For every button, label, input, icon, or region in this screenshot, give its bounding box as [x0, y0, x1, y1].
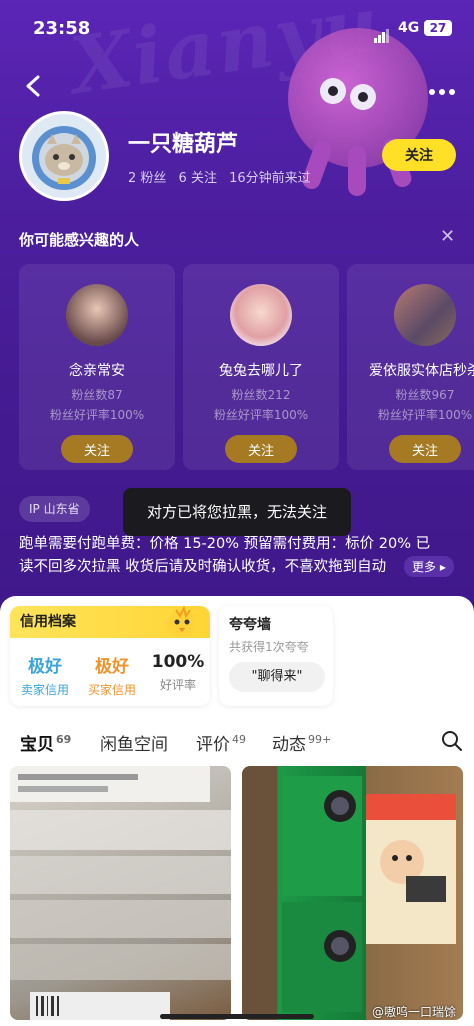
positive-rate: 100% 好评率 [150, 652, 206, 693]
profile-header: Xianyu 23:58 4G 27 一只糖葫芦 2 粉丝 6 关注 16分钟前… [0, 0, 474, 640]
back-icon[interactable] [20, 72, 48, 100]
recommend-fans: 粉丝数212 [231, 388, 291, 402]
recommend-follow-button[interactable]: 关注 [225, 435, 297, 463]
buyer-credit-value: 极好 [95, 657, 129, 677]
bio-more-button[interactable]: 更多 ▸ [404, 556, 454, 577]
bio-more-label: 更多 [412, 560, 437, 574]
profile-stats: 2 粉丝 6 关注 16分钟前来过 [128, 167, 319, 186]
recommend-follow-button[interactable]: 关注 [389, 435, 461, 463]
recommend-title: 你可能感兴趣的人 [19, 231, 140, 249]
praise-title: 夸夸墙 [229, 617, 271, 633]
recommend-name: 兔兔去哪儿了 [219, 363, 303, 379]
status-bar: 23:58 4G 27 [0, 18, 474, 43]
content-tabs: 宝贝 69 闲鱼空间 评价 49 动态 99+ [0, 728, 474, 759]
product-card[interactable] [242, 766, 463, 1020]
signal-icon [374, 24, 390, 43]
recommend-fans: 粉丝数967 [395, 388, 455, 402]
tab-label: 动态 [272, 735, 306, 755]
tab-items[interactable]: 宝贝 69 [20, 730, 71, 755]
profile-bio: 跑单需要付跑单费：价格 15-20% 预留需付费用：标价 20% 已 读不回多次… [19, 533, 459, 579]
tab-label: 评价 [196, 735, 230, 755]
tab-label: 宝贝 [20, 735, 54, 755]
recommend-fans: 粉丝数87 [71, 388, 123, 402]
chick-mascot-icon [162, 606, 202, 640]
recommend-avatar [394, 284, 456, 346]
tab-count: 69 [56, 733, 72, 747]
toast-message: 对方已将您拉黑，无法关注 [123, 488, 351, 536]
tab-count: 99+ [308, 733, 332, 747]
seller-credit-value: 极好 [28, 657, 62, 677]
search-icon[interactable] [441, 730, 463, 756]
last-seen: 16分钟前来过 [229, 171, 311, 186]
seller-credit-label: 卖家信用 [20, 683, 69, 697]
ip-location-badge: IP 山东省 [19, 496, 90, 522]
recommend-card[interactable]: 爱依服实体店秒杀 粉丝数967 粉丝好评率100% 关注 [347, 264, 474, 470]
recommend-rate: 粉丝好评率100% [213, 408, 309, 422]
battery-icon: 27 [424, 20, 452, 36]
profile-nickname: 一只糖葫芦 [128, 132, 239, 157]
tab-label: 闲鱼空间 [100, 735, 168, 755]
praise-tag: "聊得来" [229, 662, 325, 692]
seller-credit: 极好 卖家信用 [18, 652, 72, 698]
fans-count[interactable]: 2 粉丝 [128, 171, 166, 186]
home-indicator [160, 1014, 314, 1019]
tab-activity[interactable]: 动态 99+ [272, 730, 331, 755]
recommend-rate: 粉丝好评率100% [49, 408, 145, 422]
positive-rate-label: 好评率 [159, 678, 196, 692]
recommend-name: 爱依服实体店秒杀 [369, 363, 474, 379]
recommend-follow-button[interactable]: 关注 [61, 435, 133, 463]
praise-wall-card[interactable]: 夸夸墙 共获得1次夸夸 "聊得来" [219, 606, 333, 706]
recommend-card[interactable]: 兔兔去哪儿了 粉丝数212 粉丝好评率100% 关注 [183, 264, 339, 470]
tab-reviews[interactable]: 评价 49 [196, 730, 246, 755]
network-type: 4G [398, 20, 420, 36]
recommend-rate: 粉丝好评率100% [377, 408, 473, 422]
buyer-credit-label: 买家信用 [87, 683, 136, 697]
product-card[interactable] [10, 766, 231, 1020]
praise-subtitle: 共获得1次夸夸 [229, 640, 309, 654]
tab-count: 49 [232, 733, 246, 747]
recommend-avatar [66, 284, 128, 346]
more-options-icon[interactable] [428, 75, 456, 103]
credit-card[interactable]: 信用档案 极好 卖家信用 极好 买家信用 100% 好评率 [10, 606, 210, 706]
tab-space[interactable]: 闲鱼空间 [100, 730, 168, 755]
weibo-watermark: @嗷呜一口瑞馀 [372, 1005, 457, 1019]
bio-line: 读不回多次拉黑 收货后请及时确认收货，不喜欢拖到自动 [19, 559, 387, 575]
avatar[interactable] [19, 111, 109, 201]
buyer-credit: 极好 买家信用 [84, 652, 140, 698]
close-icon[interactable]: ✕ [440, 226, 455, 247]
bio-line: 跑单需要付跑单费：价格 15-20% 预留需付费用：标价 20% 已 [19, 536, 431, 552]
status-time: 23:58 [33, 18, 91, 39]
recommend-name: 念亲常安 [69, 363, 125, 379]
positive-rate-value: 100% [151, 652, 205, 672]
following-count[interactable]: 6 关注 [179, 171, 217, 186]
follow-button[interactable]: 关注 [382, 139, 456, 171]
recommend-avatar [230, 284, 292, 346]
recommend-card[interactable]: 念亲常安 粉丝数87 粉丝好评率100% 关注 [19, 264, 175, 470]
